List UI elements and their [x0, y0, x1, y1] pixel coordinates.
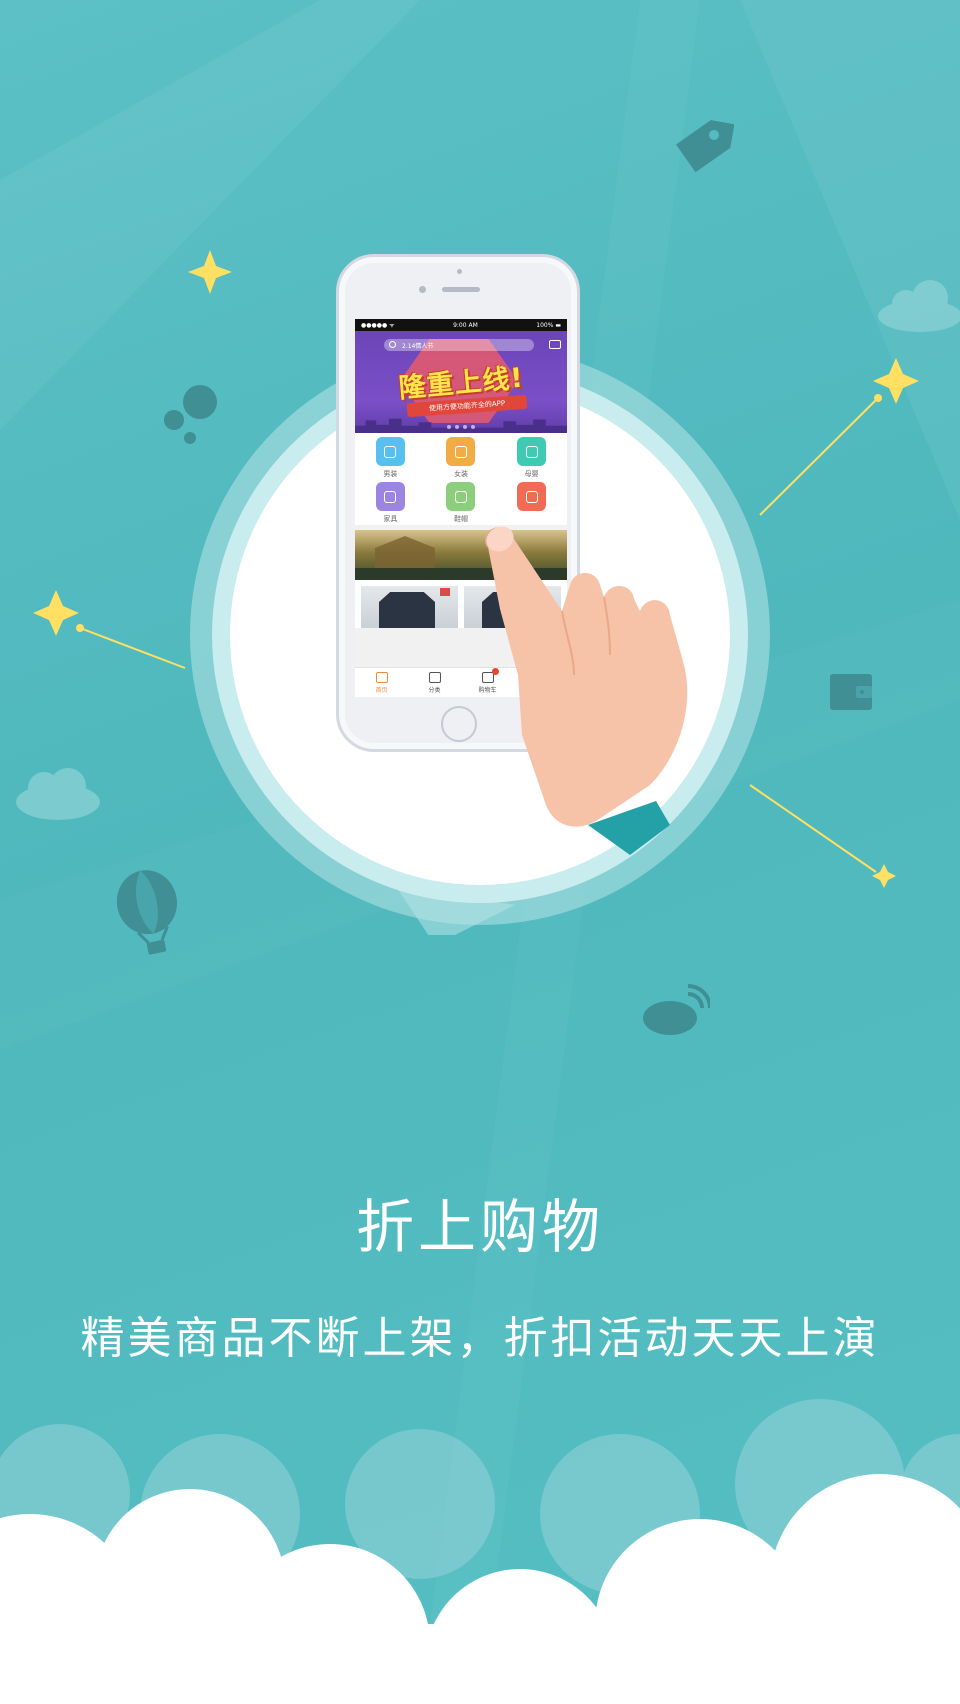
boot-icon: [446, 482, 476, 511]
phone-camera: [419, 286, 426, 293]
star-icon: [33, 590, 79, 636]
star-icon: [872, 864, 896, 888]
category-item[interactable]: 家具: [355, 482, 426, 523]
shirt-icon: [375, 437, 405, 466]
category-label: 女装: [453, 470, 468, 478]
tab-label: 分类: [428, 686, 441, 694]
search-placeholder: 2.14情人节: [402, 342, 434, 350]
star-trail: [759, 397, 879, 516]
jacket-image: [379, 592, 435, 628]
bottom-clouds: [0, 1399, 960, 1704]
phone-speaker: [442, 287, 480, 292]
category-label: 家具: [383, 515, 398, 523]
category-grid: 男装 女装 母婴 家具 鞋帽: [355, 433, 567, 525]
search-input[interactable]: 2.14情人节: [384, 339, 534, 351]
star-trail: [79, 627, 186, 669]
search-icon: [389, 341, 396, 348]
tv-icon: [517, 482, 547, 511]
star-icon: [188, 250, 232, 294]
printer-icon: [375, 482, 405, 511]
category-item[interactable]: 男装: [355, 437, 426, 478]
category-item[interactable]: 母婴: [496, 437, 567, 478]
category-label: 母婴: [524, 470, 539, 478]
dress-icon: [446, 437, 476, 466]
category-item[interactable]: 鞋帽: [426, 482, 497, 523]
product-tag: [440, 588, 450, 596]
pointing-hand: [485, 526, 688, 855]
page-title: 折上购物: [355, 1193, 604, 1261]
product-card[interactable]: [361, 586, 458, 628]
message-icon[interactable]: [549, 340, 561, 349]
status-time: 9:00 AM: [453, 321, 478, 329]
category-item[interactable]: 女装: [426, 437, 497, 478]
page-subtitle: 精美商品不断上架，折扣活动天天上演: [80, 1313, 880, 1364]
phone-sensor: [457, 269, 462, 274]
tab-category[interactable]: 分类: [415, 671, 455, 694]
battery-indicator: 100% ▬: [536, 321, 561, 329]
promo-banner[interactable]: 2.14情人节 隆重上线! 使用方便功能齐全的APP: [355, 331, 567, 433]
category-icon: [428, 671, 441, 683]
banner-pager: [447, 425, 475, 429]
category-item[interactable]: [496, 482, 567, 523]
category-label: 男装: [383, 470, 398, 478]
bottle-icon: [517, 437, 547, 466]
store-icon: [375, 671, 388, 683]
tab-label: 首页: [375, 686, 388, 694]
status-bar: ●●●●● ᯤ 9:00 AM 100% ▬: [355, 319, 567, 331]
tab-home[interactable]: 首页: [362, 671, 402, 694]
signal-indicator: ●●●●● ᯤ: [361, 322, 395, 329]
category-label: 鞋帽: [453, 515, 468, 523]
